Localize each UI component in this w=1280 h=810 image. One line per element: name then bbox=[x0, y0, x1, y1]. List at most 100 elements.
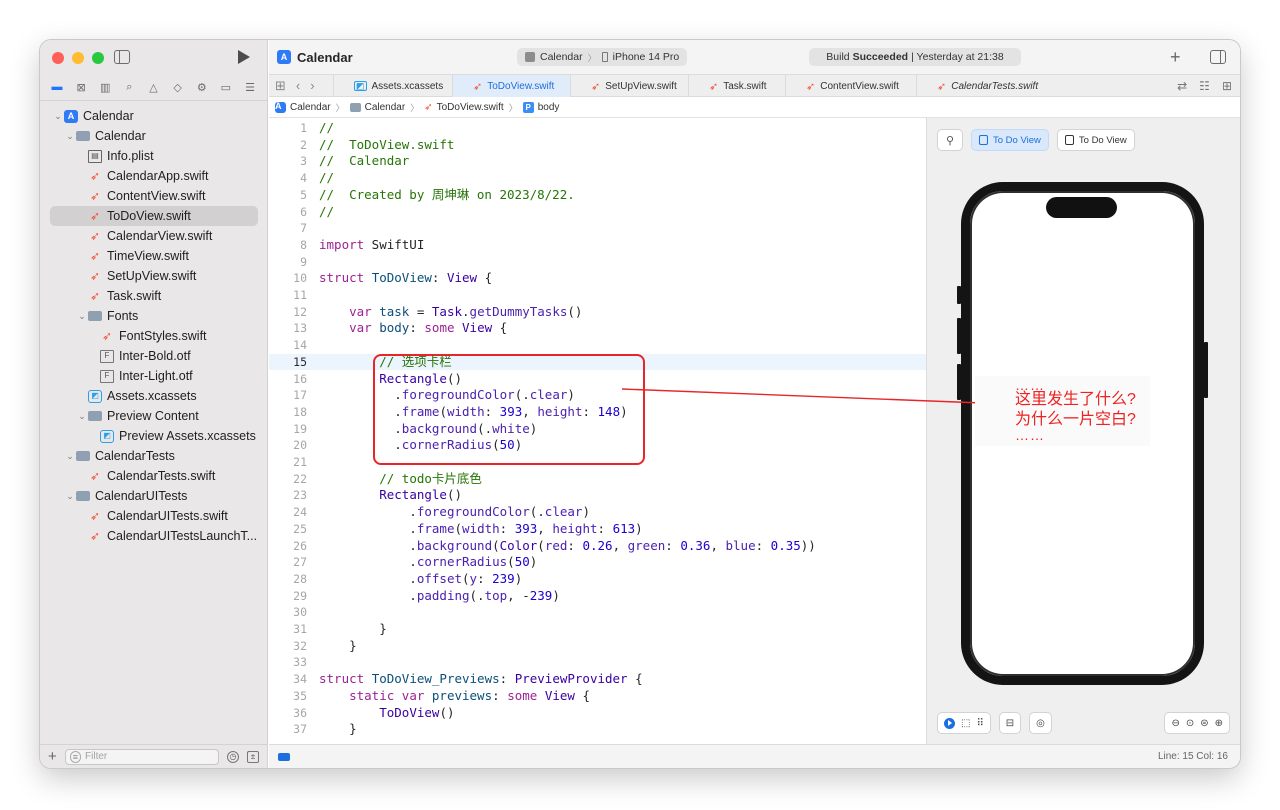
back-icon[interactable]: ‹ bbox=[296, 78, 300, 94]
debug-area-toggle[interactable] bbox=[278, 753, 290, 761]
code-line[interactable]: // bbox=[319, 120, 926, 137]
jump-bar-item[interactable]: ToDoView.swift bbox=[437, 102, 504, 113]
code-line[interactable]: .cornerRadius(50) bbox=[319, 554, 926, 571]
jump-bar-item[interactable]: Calendar bbox=[290, 102, 331, 113]
code-line[interactable]: .padding(.top, -239) bbox=[319, 588, 926, 605]
tab-setupview-swift[interactable]: ➶ SetUpView.swift bbox=[570, 75, 688, 97]
chevron-down-icon[interactable]: ⌄ bbox=[76, 411, 88, 422]
jump-bar-item[interactable]: Calendar bbox=[365, 102, 406, 113]
tree-item[interactable]: ➶ CalendarTests.swift bbox=[40, 466, 267, 486]
source-control-filter-icon[interactable]: ± bbox=[247, 750, 259, 763]
zoom-out-icon[interactable]: ⊖ bbox=[1171, 718, 1179, 729]
code-line[interactable]: .foregroundColor(.clear) bbox=[319, 504, 926, 521]
tree-item[interactable]: ◩ Assets.xcassets bbox=[40, 386, 267, 406]
chevron-down-icon[interactable]: ⌄ bbox=[64, 451, 76, 462]
folder-icon[interactable]: ▬ bbox=[48, 78, 66, 96]
zoom-window-button[interactable] bbox=[92, 52, 104, 64]
device-selector-button[interactable]: ◎ bbox=[1029, 712, 1052, 734]
variants-icon[interactable]: ⠿ bbox=[976, 718, 983, 729]
chevron-down-icon[interactable]: ⌄ bbox=[76, 311, 88, 322]
tree-item[interactable]: ➶ Task.swift bbox=[40, 286, 267, 306]
code-line[interactable]: } bbox=[319, 721, 926, 738]
tree-item[interactable]: F Inter-Light.otf bbox=[40, 366, 267, 386]
tab-todoview-swift[interactable]: ➶ ToDoView.swift bbox=[452, 75, 570, 97]
code-line[interactable]: .foregroundColor(.clear) bbox=[319, 387, 926, 404]
code-line[interactable]: // todo卡片底色 bbox=[319, 471, 926, 488]
zoom-fit-icon[interactable]: ⊜ bbox=[1200, 718, 1208, 729]
code-editor[interactable]: 1 // 2 // ToDoView.swift 3 // Calendar 4 // 5 // … bbox=[269, 118, 926, 744]
tree-item[interactable]: ◩ Preview Assets.xcassets bbox=[40, 426, 267, 446]
sidebar-toggle-icon[interactable] bbox=[114, 50, 130, 64]
code-line[interactable]: } bbox=[319, 621, 926, 638]
test-icon[interactable]: ◇ bbox=[169, 78, 187, 96]
tree-item[interactable]: ⌄ Preview Content bbox=[40, 406, 267, 426]
tree-item[interactable]: ⌄ Fonts bbox=[40, 306, 267, 326]
zoom-100-icon[interactable]: ⊙ bbox=[1186, 718, 1194, 729]
tree-item[interactable]: ➶ CalendarUITestsLaunchT... bbox=[40, 526, 267, 546]
minimize-window-button[interactable] bbox=[72, 52, 84, 64]
jump-bar-item[interactable]: body bbox=[538, 102, 560, 113]
tree-item[interactable]: F Inter-Bold.otf bbox=[40, 346, 267, 366]
tab-assets-xcassets[interactable]: ◩ Assets.xcassets bbox=[333, 75, 452, 97]
code-line[interactable]: Rectangle() bbox=[319, 487, 926, 504]
inspector-toggle-icon[interactable] bbox=[1210, 50, 1226, 64]
tree-item[interactable]: ➶ ContentView.swift bbox=[40, 186, 267, 206]
chevron-down-icon[interactable]: ⌄ bbox=[64, 491, 76, 502]
live-preview-icon[interactable] bbox=[944, 717, 955, 729]
code-line[interactable] bbox=[319, 220, 926, 237]
code-line[interactable]: // 选项卡栏 bbox=[319, 354, 926, 371]
tree-item[interactable]: ⌄ Calendar bbox=[40, 126, 267, 146]
code-line[interactable]: ToDoView() bbox=[319, 705, 926, 722]
add-library-button[interactable]: + bbox=[1170, 47, 1181, 68]
code-line[interactable] bbox=[319, 254, 926, 271]
code-line[interactable]: var body: some View { bbox=[319, 320, 926, 337]
code-line[interactable]: .frame(width: 393, height: 613) bbox=[319, 521, 926, 538]
forward-icon[interactable]: › bbox=[310, 78, 314, 94]
code-line[interactable]: Rectangle() bbox=[319, 371, 926, 388]
code-line[interactable]: // Created by 周坤琳 on 2023/8/22. bbox=[319, 187, 926, 204]
report-icon[interactable]: ☰ bbox=[241, 78, 259, 96]
tree-item[interactable]: ▤ Info.plist bbox=[40, 146, 267, 166]
code-line[interactable] bbox=[319, 337, 926, 354]
chevron-down-icon[interactable]: ⌄ bbox=[52, 111, 64, 122]
run-button[interactable] bbox=[238, 50, 250, 64]
issue-icon[interactable]: △ bbox=[145, 78, 163, 96]
code-line[interactable] bbox=[319, 604, 926, 621]
debug-icon[interactable]: ⚙ bbox=[193, 78, 211, 96]
symbol-icon[interactable]: ▥ bbox=[96, 78, 114, 96]
pin-preview-button[interactable]: ⚲ bbox=[937, 129, 963, 151]
device-settings-button[interactable]: ⊟ bbox=[998, 712, 1022, 734]
tree-item[interactable]: ⌄ CalendarUITests bbox=[40, 486, 267, 506]
code-line[interactable]: // ToDoView.swift bbox=[319, 137, 926, 154]
filter-field[interactable]: ≡ Filter bbox=[64, 748, 219, 765]
code-line[interactable] bbox=[319, 454, 926, 471]
tree-item[interactable]: ➶ FontStyles.swift bbox=[40, 326, 267, 346]
code-line[interactable]: import SwiftUI bbox=[319, 237, 926, 254]
tab-calendartests-swift[interactable]: ➶ CalendarTests.swift bbox=[916, 75, 1076, 97]
code-line[interactable]: struct ToDoView: View { bbox=[319, 270, 926, 287]
source-control-icon[interactable]: ⊠ bbox=[72, 78, 90, 96]
add-file-button[interactable]: + bbox=[48, 748, 57, 765]
code-line[interactable]: } bbox=[319, 638, 926, 655]
tree-item[interactable]: ➶ SetUpView.swift bbox=[40, 266, 267, 286]
recent-files-icon[interactable]: ◷ bbox=[227, 750, 239, 763]
code-line[interactable]: // bbox=[319, 204, 926, 221]
code-line[interactable]: static var previews: some View { bbox=[319, 688, 926, 705]
close-window-button[interactable] bbox=[52, 52, 64, 64]
breakpoint-icon[interactable]: ▭ bbox=[217, 78, 235, 96]
split-options-icon[interactable]: ☷ bbox=[1199, 79, 1210, 93]
preview-variant-other[interactable]: To Do View bbox=[1056, 129, 1135, 151]
tree-item[interactable]: ➶ CalendarView.swift bbox=[40, 226, 267, 246]
add-editor-icon[interactable]: ⊞ bbox=[1222, 79, 1232, 93]
code-line[interactable]: .cornerRadius(50) bbox=[319, 437, 926, 454]
tree-item[interactable]: ➶ ToDoView.swift bbox=[40, 206, 267, 226]
code-line[interactable] bbox=[319, 287, 926, 304]
refresh-icon[interactable]: ⇄ bbox=[1177, 79, 1187, 93]
code-line[interactable]: .background(.white) bbox=[319, 421, 926, 438]
scheme-selector[interactable]: Calendar 〉 iPhone 14 Pro bbox=[517, 48, 688, 66]
tree-item[interactable]: ➶ CalendarUITests.swift bbox=[40, 506, 267, 526]
tab-task-swift[interactable]: ➶ Task.swift bbox=[688, 75, 785, 97]
code-line[interactable]: .offset(y: 239) bbox=[319, 571, 926, 588]
code-line[interactable]: // Calendar bbox=[319, 153, 926, 170]
tab-contentview-swift[interactable]: ➶ ContentView.swift bbox=[785, 75, 916, 97]
